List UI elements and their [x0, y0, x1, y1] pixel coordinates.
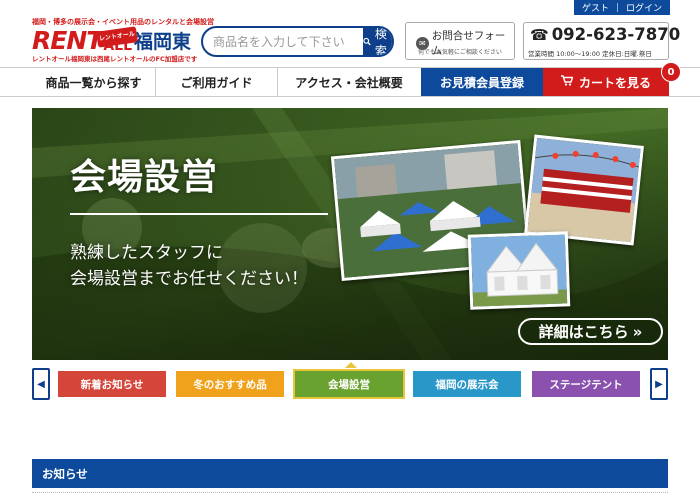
active-tab-pointer [345, 362, 357, 368]
news-divider [32, 492, 668, 493]
phone-icon: ☎ [530, 25, 549, 44]
nav-register[interactable]: お見積会員登録 [421, 68, 543, 96]
phone-box: ☎ 092-623-7870 営業時間 10:00〜19:00 定休日:日曜.祭日 [523, 22, 680, 60]
phone-number[interactable]: 092-623-7870 [552, 25, 681, 44]
contact-note: 何でもお気軽にご相談ください [418, 49, 502, 56]
hero-subtitle-line2: 会場設営までお任せください！ [70, 269, 308, 289]
header: 福岡・博多の展示会・イベント用品のレンタルと会場設営 RENT レントオール AL… [0, 17, 700, 67]
tabs-next-button[interactable]: ▶ [650, 368, 668, 400]
tab-winter-recommend[interactable]: 冬のおすすめ品 [176, 371, 284, 397]
search-input[interactable] [203, 28, 363, 55]
category-tabs: ◀ 新着お知らせ 冬のおすすめ品 会場設営 福岡の展示会 ステージテント ▶ [32, 362, 668, 401]
cart-count-badge: 0 [661, 62, 681, 82]
hero-title: 会場設営 [70, 157, 219, 198]
nav-cart[interactable]: カートを見る 0 [543, 62, 681, 96]
photo-white-tent [467, 231, 571, 310]
contact-form-button[interactable]: ✉ お問合せフォーム 何でもお気軽にご相談ください [405, 22, 515, 60]
hero-more-label: 詳細はこちら [538, 323, 629, 341]
account-links: ゲスト ログイン [573, 0, 670, 15]
top-bar: ゲスト ログイン [0, 0, 700, 17]
tab-fukuoka-exhibitions[interactable]: 福岡の展示会 [413, 371, 521, 397]
tabs-prev-button[interactable]: ◀ [32, 368, 50, 400]
guest-link[interactable]: ゲスト [582, 1, 609, 14]
tab-fukuoka-exhibitions-label: 福岡の展示会 [435, 378, 499, 391]
cart-icon [560, 75, 574, 89]
search-button-label: 検索 [374, 26, 387, 57]
tab-stage-tent-label: ステージテント [549, 378, 623, 391]
login-link[interactable]: ログイン [626, 1, 662, 14]
search-icon [363, 37, 371, 46]
search-box: 検索 [201, 26, 394, 57]
news-section-header: お知らせ [32, 459, 668, 488]
chevron-right-icon: ▶ [655, 378, 663, 390]
search-button[interactable]: 検索 [363, 28, 392, 55]
franchise-note: レントオール福岡東は西尾レントオールのFC加盟店です [32, 55, 198, 63]
nav-products[interactable]: 商品一覧から探す [32, 68, 155, 96]
tab-stage-tent[interactable]: ステージテント [532, 371, 640, 397]
nav-guide[interactable]: ご利用ガイド [155, 68, 277, 96]
photo-festival-stage [524, 134, 644, 246]
logo-branch: 福岡東 [134, 31, 192, 53]
hero-banner[interactable]: 会場設営 熟練したスタッフに 会場設営までお任せください！ 詳細はこちら » [32, 108, 668, 360]
hero-subtitle-line1: 熟練したスタッフに [70, 243, 223, 263]
logo-rent: RENT [32, 26, 103, 55]
divider [616, 3, 618, 12]
news-title: お知らせ [42, 466, 88, 481]
hero-more-button[interactable]: 詳細はこちら » [518, 318, 663, 345]
tab-venue-setup[interactable]: 会場設営 [293, 369, 405, 399]
phone-row: ☎ 092-623-7870 [530, 25, 680, 44]
tab-venue-setup-label: 会場設営 [328, 378, 370, 391]
nav-cart-label: カートを見る [578, 75, 651, 90]
main-nav: 商品一覧から探す ご利用ガイド アクセス・会社概要 お見積会員登録 カートを見る… [0, 62, 700, 97]
logo[interactable]: RENT レントオール ALL 福岡東 [32, 26, 191, 54]
logo-all: レントオール ALL [96, 26, 139, 54]
business-hours: 営業時間 10:00〜19:00 定休日:日曜.祭日 [528, 50, 652, 58]
tab-news-label: 新着お知らせ [80, 378, 144, 391]
tab-news[interactable]: 新着お知らせ [58, 371, 166, 397]
hero-divider [70, 213, 328, 215]
nav-access[interactable]: アクセス・会社概要 [277, 68, 420, 96]
chevron-left-icon: ◀ [37, 378, 45, 390]
double-chevron-right-icon: » [632, 322, 643, 341]
tab-winter-recommend-label: 冬のおすすめ品 [193, 378, 267, 391]
